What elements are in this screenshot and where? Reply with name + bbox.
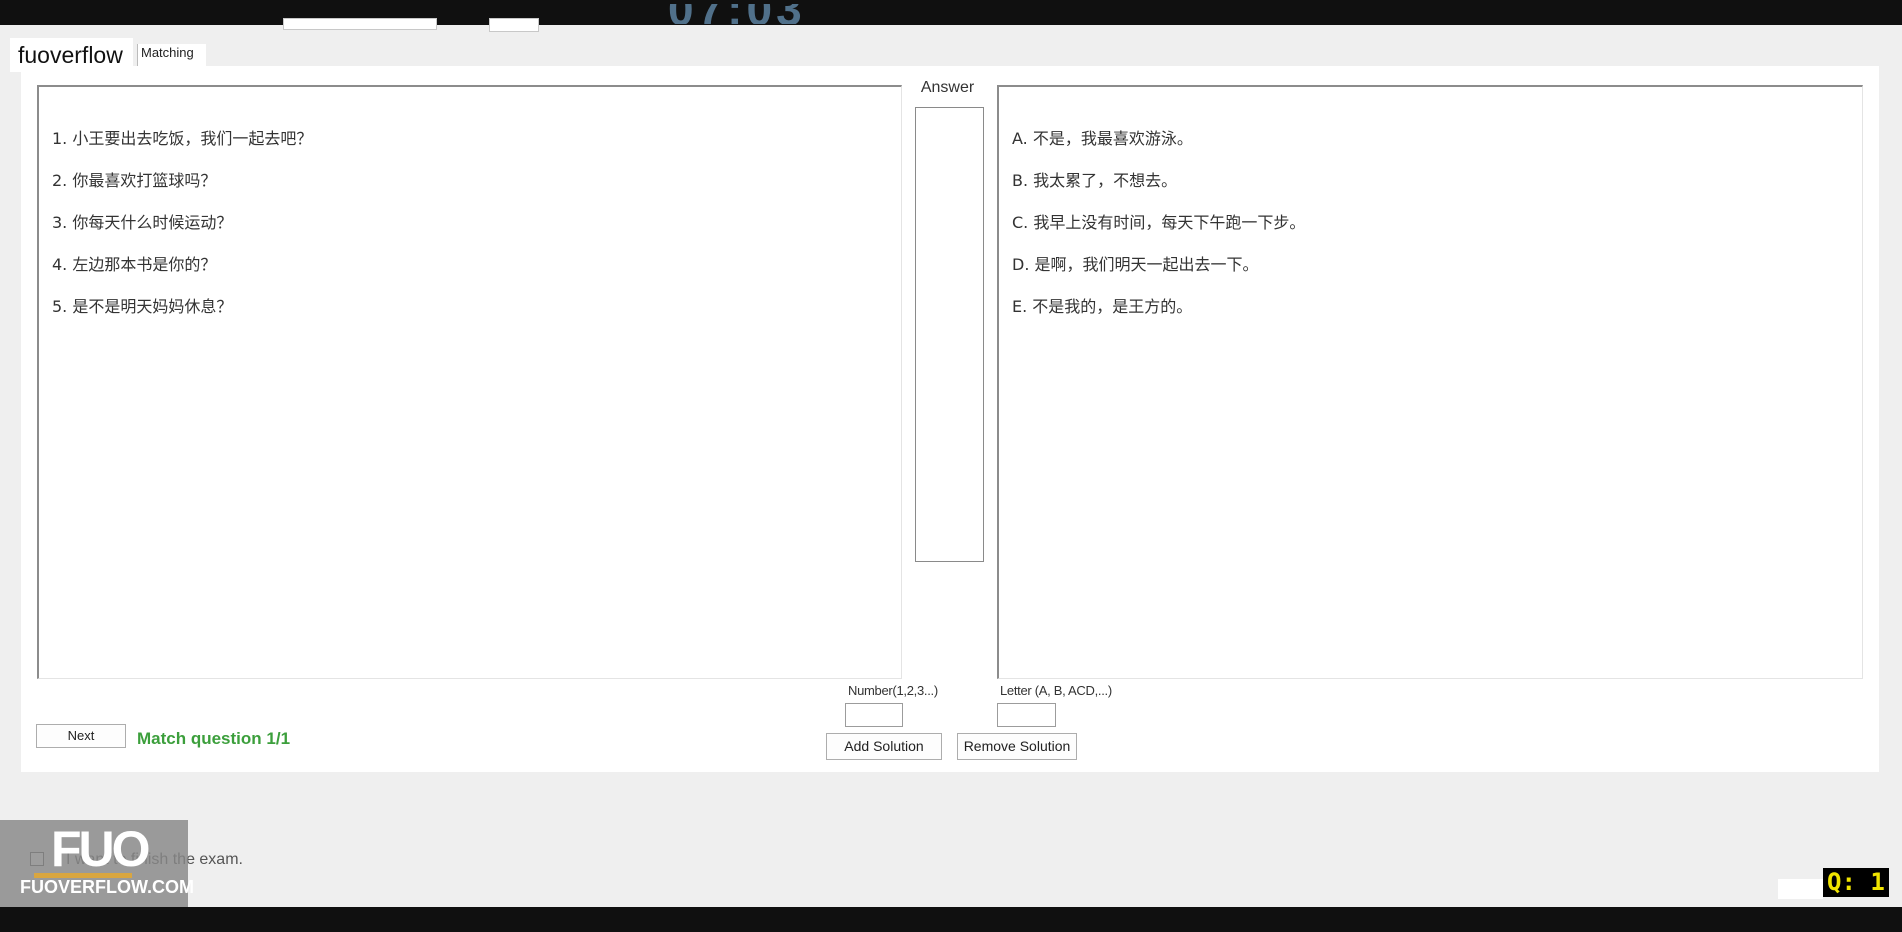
bottom-black-bar: [0, 907, 1902, 932]
q-indicator-pad: [1778, 879, 1823, 899]
option-item-a: A. 不是，我最喜欢游泳。: [1012, 129, 1193, 148]
option-item-e: E. 不是我的，是王方的。: [1012, 297, 1193, 316]
logo-text: FUOVERFLOW.COM: [20, 877, 194, 897]
top-dropdown[interactable]: [283, 18, 437, 30]
question-item-4: 4. 左边那本书是你的？: [52, 255, 217, 274]
letter-input[interactable]: [997, 703, 1056, 727]
question-indicator: Q: 1: [1823, 868, 1889, 897]
logo-mark: FUO: [51, 821, 151, 877]
answer-title: Answer: [920, 79, 975, 96]
timer-text: 07:03: [668, 4, 806, 24]
number-label: Number(1,2,3...): [848, 683, 938, 698]
option-item-b: B. 我太累了，不想去。: [1012, 171, 1178, 190]
remove-solution-button[interactable]: Remove Solution: [957, 733, 1077, 760]
number-input[interactable]: [845, 703, 903, 727]
option-item-c: C. 我早上没有时间，每天下午跑一下步。: [1012, 213, 1306, 232]
letter-label: Letter (A, B, ACD,...): [1000, 683, 1112, 698]
options-list[interactable]: A. 不是，我最喜欢游泳。 B. 我太累了，不想去。 C. 我早上没有时间，每天…: [997, 85, 1863, 679]
tab-matching[interactable]: Matching: [137, 44, 206, 66]
match-status: Match question 1/1: [137, 729, 291, 748]
question-item-2: 2. 你最喜欢打篮球吗？: [52, 171, 217, 190]
answer-list[interactable]: [915, 107, 984, 562]
watermark-label: fuoverflow: [10, 38, 133, 72]
add-solution-button[interactable]: Add Solution: [826, 733, 942, 760]
question-item-5: 5. 是不是明天妈妈休息？: [52, 297, 233, 316]
timer-display: 07:03: [668, 4, 813, 24]
question-item-1: 1. 小王要出去吃饭，我们一起去吧？: [52, 129, 313, 148]
fuoverflow-logo: FUO FUOVERFLOW.COM: [0, 820, 194, 907]
questions-list[interactable]: 1. 小王要出去吃饭，我们一起去吧？ 2. 你最喜欢打篮球吗？ 3. 你每天什么…: [37, 85, 902, 679]
option-item-d: D. 是啊，我们明天一起出去一下。: [1012, 255, 1259, 274]
question-item-3: 3. 你每天什么时候运动？: [52, 213, 233, 232]
top-small-field[interactable]: [489, 18, 539, 32]
next-button[interactable]: Next: [36, 724, 126, 748]
